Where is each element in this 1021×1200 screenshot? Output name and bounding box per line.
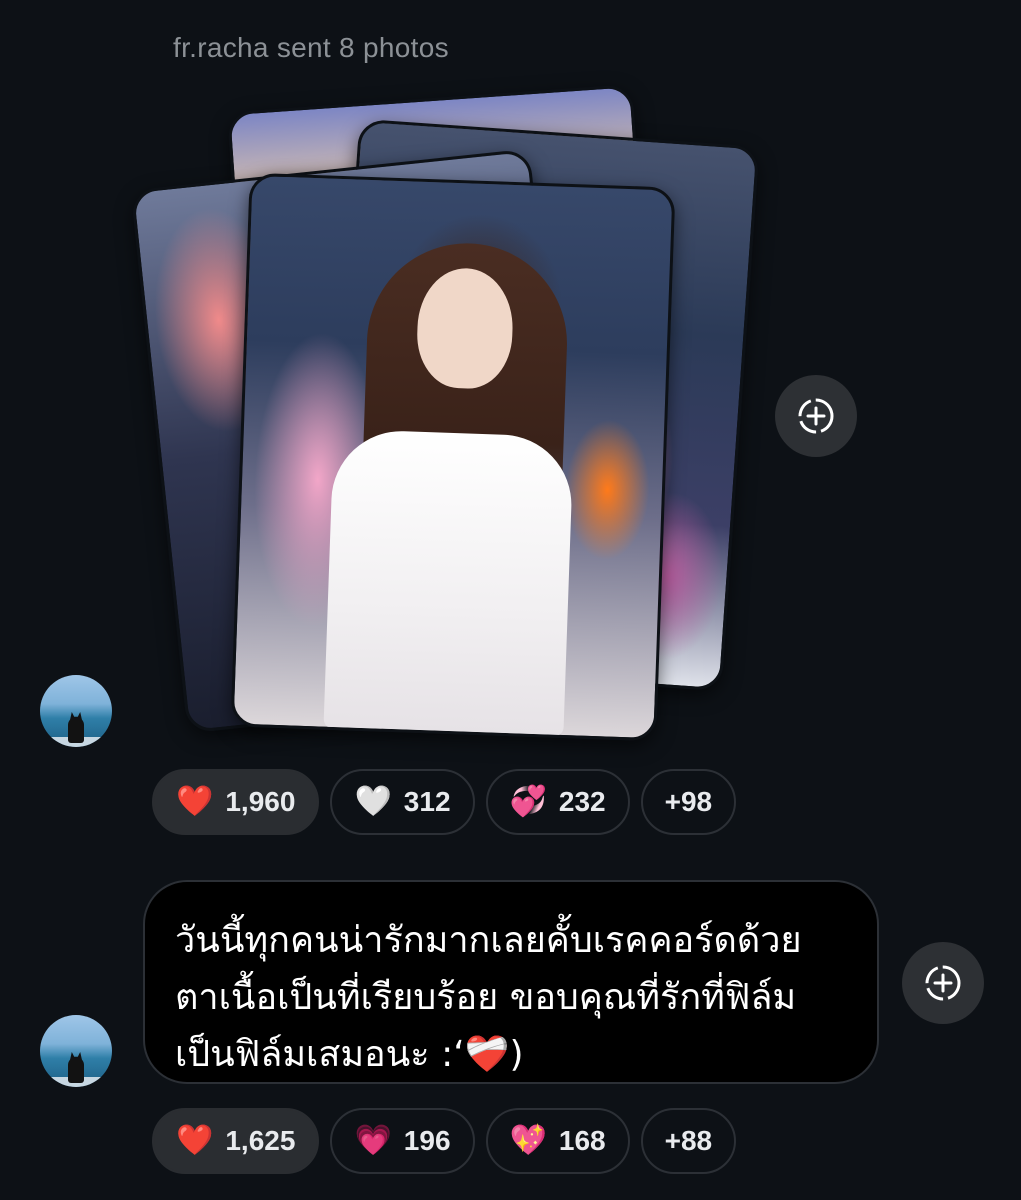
photo-subject-dress [323,428,574,738]
message-reactions: ❤️ 1,625 💗 196 💖 168 +88 [152,1108,737,1174]
message-line: ตาเนื้อเป็นที่เรียบร้อย ขอบคุณที่รักที่ฟ… [175,977,797,1018]
reaction-count: 168 [558,1125,606,1156]
add-reaction-icon [798,398,834,434]
reaction-more[interactable]: +98 [640,769,737,835]
reaction-heart-pink[interactable]: 💗 196 [330,1108,475,1174]
reaction-count: 1,960 [225,786,296,817]
reaction-count: 1,625 [225,1125,296,1156]
white-heart-icon: 🤍 [354,785,392,818]
reaction-count: 312 [403,786,451,817]
growing-heart-icon: 💗 [354,1124,392,1157]
sparkling-heart-icon: 💖 [509,1124,547,1157]
revolving-hearts-icon: 💞 [509,785,547,818]
photo-thumbnail-front[interactable] [230,172,676,742]
sender-label: fr.racha sent 8 photos [173,32,449,63]
add-reaction-icon [925,965,961,1001]
reaction-more[interactable]: +88 [640,1108,737,1174]
cat-icon [68,717,84,743]
reaction-heart-red[interactable]: ❤️ 1,960 [152,769,320,835]
reaction-count: 232 [558,786,606,817]
message-line: เป็นฟิล์มเสมอนะ :‘❤️‍🩹) [175,1034,524,1075]
reaction-heart-white[interactable]: 🤍 312 [330,769,475,835]
reaction-heart-red[interactable]: ❤️ 1,625 [152,1108,320,1174]
reaction-hearts-revolving[interactable]: 💞 232 [485,769,630,835]
reaction-more-count: +88 [664,1125,713,1156]
avatar[interactable] [40,675,112,747]
reaction-count: 196 [403,1125,451,1156]
reaction-heart-sparkle[interactable]: 💖 168 [485,1108,630,1174]
photo-reactions: ❤️ 1,960 🤍 312 💞 232 +98 [152,769,737,835]
message-bubble[interactable]: วันนี้ทุกคนน่ารักมากเลยคั้บเรคคอร์ดด้วย … [143,880,879,1084]
reaction-more-count: +98 [664,786,713,817]
red-heart-icon: ❤️ [176,1124,214,1157]
chat-thread: fr.racha sent 8 photos ❤️ 1,960 🤍 312 💞 … [0,0,1021,1200]
add-reaction-button[interactable] [902,942,984,1024]
avatar[interactable] [40,1015,112,1087]
add-reaction-button[interactable] [775,375,857,457]
message-line: วันนี้ทุกคนน่ารักมากเลยคั้บเรคคอร์ดด้วย [175,920,802,961]
cat-icon [68,1057,84,1083]
red-heart-icon: ❤️ [176,785,214,818]
